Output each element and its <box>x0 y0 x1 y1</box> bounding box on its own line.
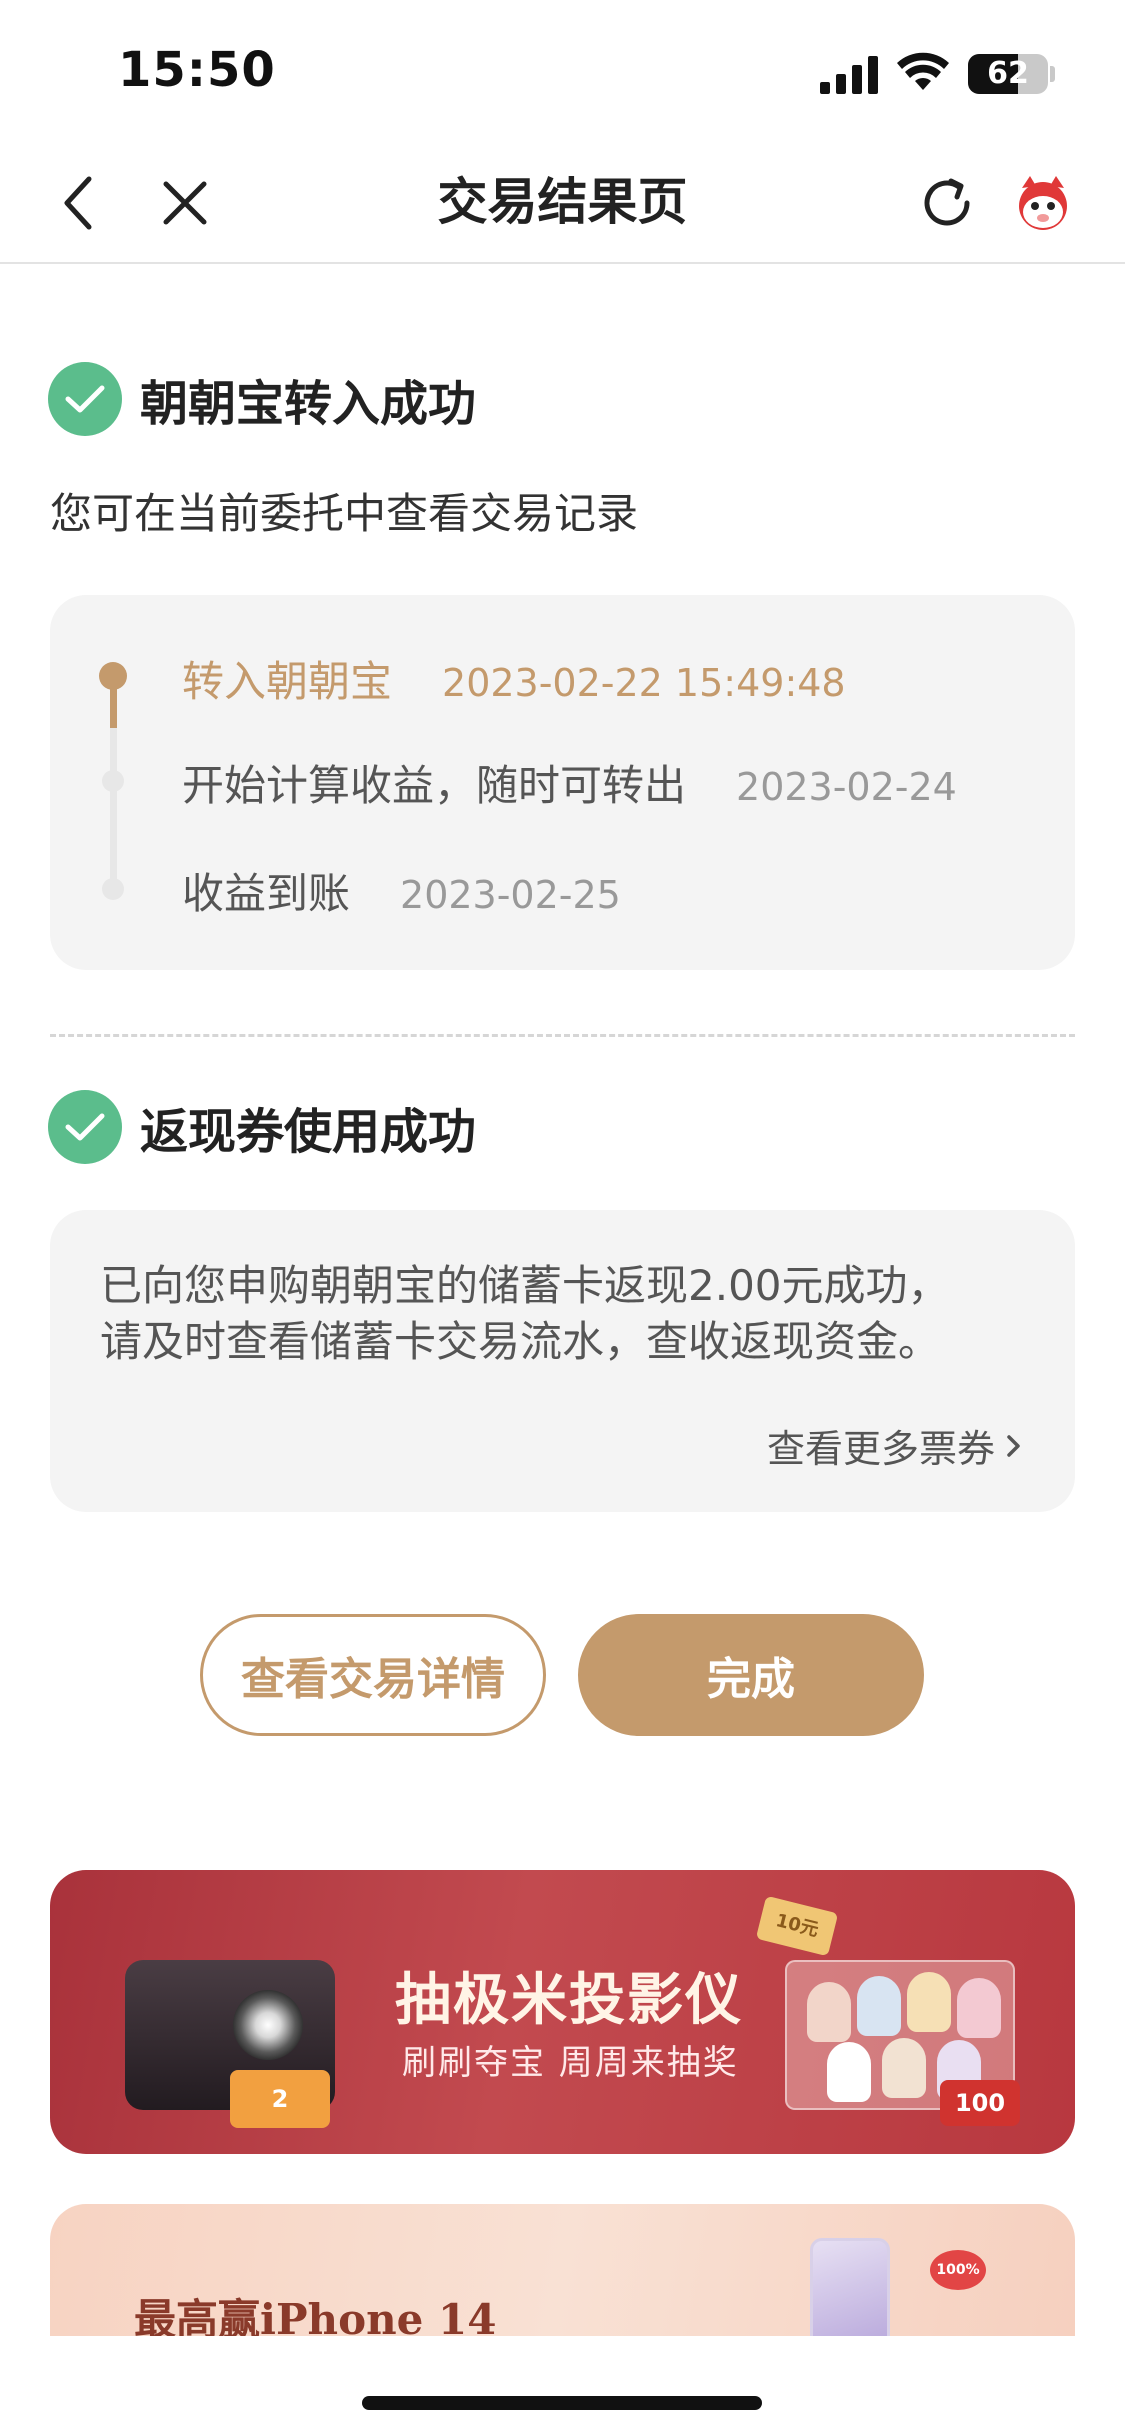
more-coupons-label: 查看更多票券 <box>766 1427 995 1471</box>
projector-lottery-banner[interactable]: 2 抽极米投影仪 刷刷夺宝 周周来抽奖 10元 100 <box>50 1870 1075 2154</box>
timeline-step-label: 转入朝朝宝 <box>182 657 393 706</box>
refresh-icon[interactable] <box>912 168 982 238</box>
timeline-step-date: 2023-02-22 15:49:48 <box>442 661 846 705</box>
view-transaction-details-button[interactable]: 查看交易详情 <box>200 1614 546 1736</box>
status-time: 15:50 <box>118 42 276 98</box>
mascot-figure <box>957 1978 1001 2038</box>
timeline-dot-2 <box>102 770 124 792</box>
back-icon[interactable] <box>44 168 114 238</box>
iphone-image <box>810 2238 890 2336</box>
section-divider <box>50 1034 1075 1037</box>
mascot-figure <box>807 1982 851 2042</box>
banner-title: 抽极米投影仪 <box>395 1967 743 2033</box>
cashback-message-line-1: 已向您申购朝朝宝的储蓄卡返现2.00元成功， <box>100 1261 950 1310</box>
mascot-icon[interactable] <box>1008 168 1078 238</box>
iphone-lottery-banner[interactable]: 最高赢iPhone 14 100% <box>50 2204 1075 2336</box>
coupon-card-image: 2 <box>230 2070 330 2128</box>
close-icon[interactable] <box>150 168 220 238</box>
more-coupons-link[interactable]: 查看更多票券 <box>767 1418 1025 1473</box>
timeline-step-date: 2023-02-25 <box>400 873 621 917</box>
cashback-message: 已向您申购朝朝宝的储蓄卡返现2.00元成功， 请及时查看储蓄卡交易流水，查收返现… <box>100 1258 1050 1370</box>
timeline-step-2: 开始计算收益，随时可转出 2023-02-24 <box>182 752 957 813</box>
timeline-dot-3 <box>102 878 124 900</box>
projector-lens <box>233 1990 303 2060</box>
chevron-right-icon <box>1007 1434 1020 1457</box>
home-indicator <box>362 2396 762 2410</box>
timeline-step-date: 2023-02-24 <box>736 765 957 809</box>
battery-cap <box>1050 66 1055 82</box>
cashback-success-header: 返现券使用成功 <box>48 1088 476 1166</box>
banner-subtitle: 刷刷夺宝 周周来抽奖 <box>402 2043 739 2083</box>
wifi-icon <box>897 52 949 90</box>
timeline-step-label: 收益到账 <box>182 869 351 918</box>
nav-bar: 交易结果页 <box>0 140 1125 264</box>
timeline-step-label: 开始计算收益，随时可转出 <box>182 761 687 810</box>
battery-icon: 62 <box>968 54 1048 94</box>
prize-badge: 100 <box>940 2080 1020 2126</box>
battery-level: 62 <box>987 56 1029 91</box>
cashback-message-line-2: 请及时查看储蓄卡交易流水，查收返现资金。 <box>100 1317 941 1366</box>
guarantee-badge: 100% <box>930 2250 986 2290</box>
cellular-signal-icon <box>820 56 878 94</box>
banner-title: 最高赢iPhone 14 <box>134 2295 497 2336</box>
price-tag-image: 10元 <box>755 1895 839 1957</box>
mascot-figure <box>882 2038 926 2098</box>
timeline-dot-1 <box>99 662 127 690</box>
transfer-success-header: 朝朝宝转入成功 <box>48 360 476 438</box>
timeline-step-1: 转入朝朝宝 2023-02-22 15:49:48 <box>182 648 846 709</box>
timeline-step-3: 收益到账 2023-02-25 <box>182 860 621 921</box>
success-check-icon <box>48 1090 122 1164</box>
status-bar: 15:50 62 <box>0 0 1125 140</box>
done-button[interactable]: 完成 <box>578 1614 924 1736</box>
success-check-icon <box>48 362 122 436</box>
mascot-figure <box>857 1976 901 2036</box>
transfer-subtitle: 您可在当前委托中查看交易记录 <box>50 489 639 538</box>
transfer-success-title: 朝朝宝转入成功 <box>140 376 477 432</box>
mascot-figure <box>827 2042 871 2102</box>
mascot-figure <box>907 1972 951 2032</box>
cashback-success-title: 返现券使用成功 <box>140 1104 477 1160</box>
